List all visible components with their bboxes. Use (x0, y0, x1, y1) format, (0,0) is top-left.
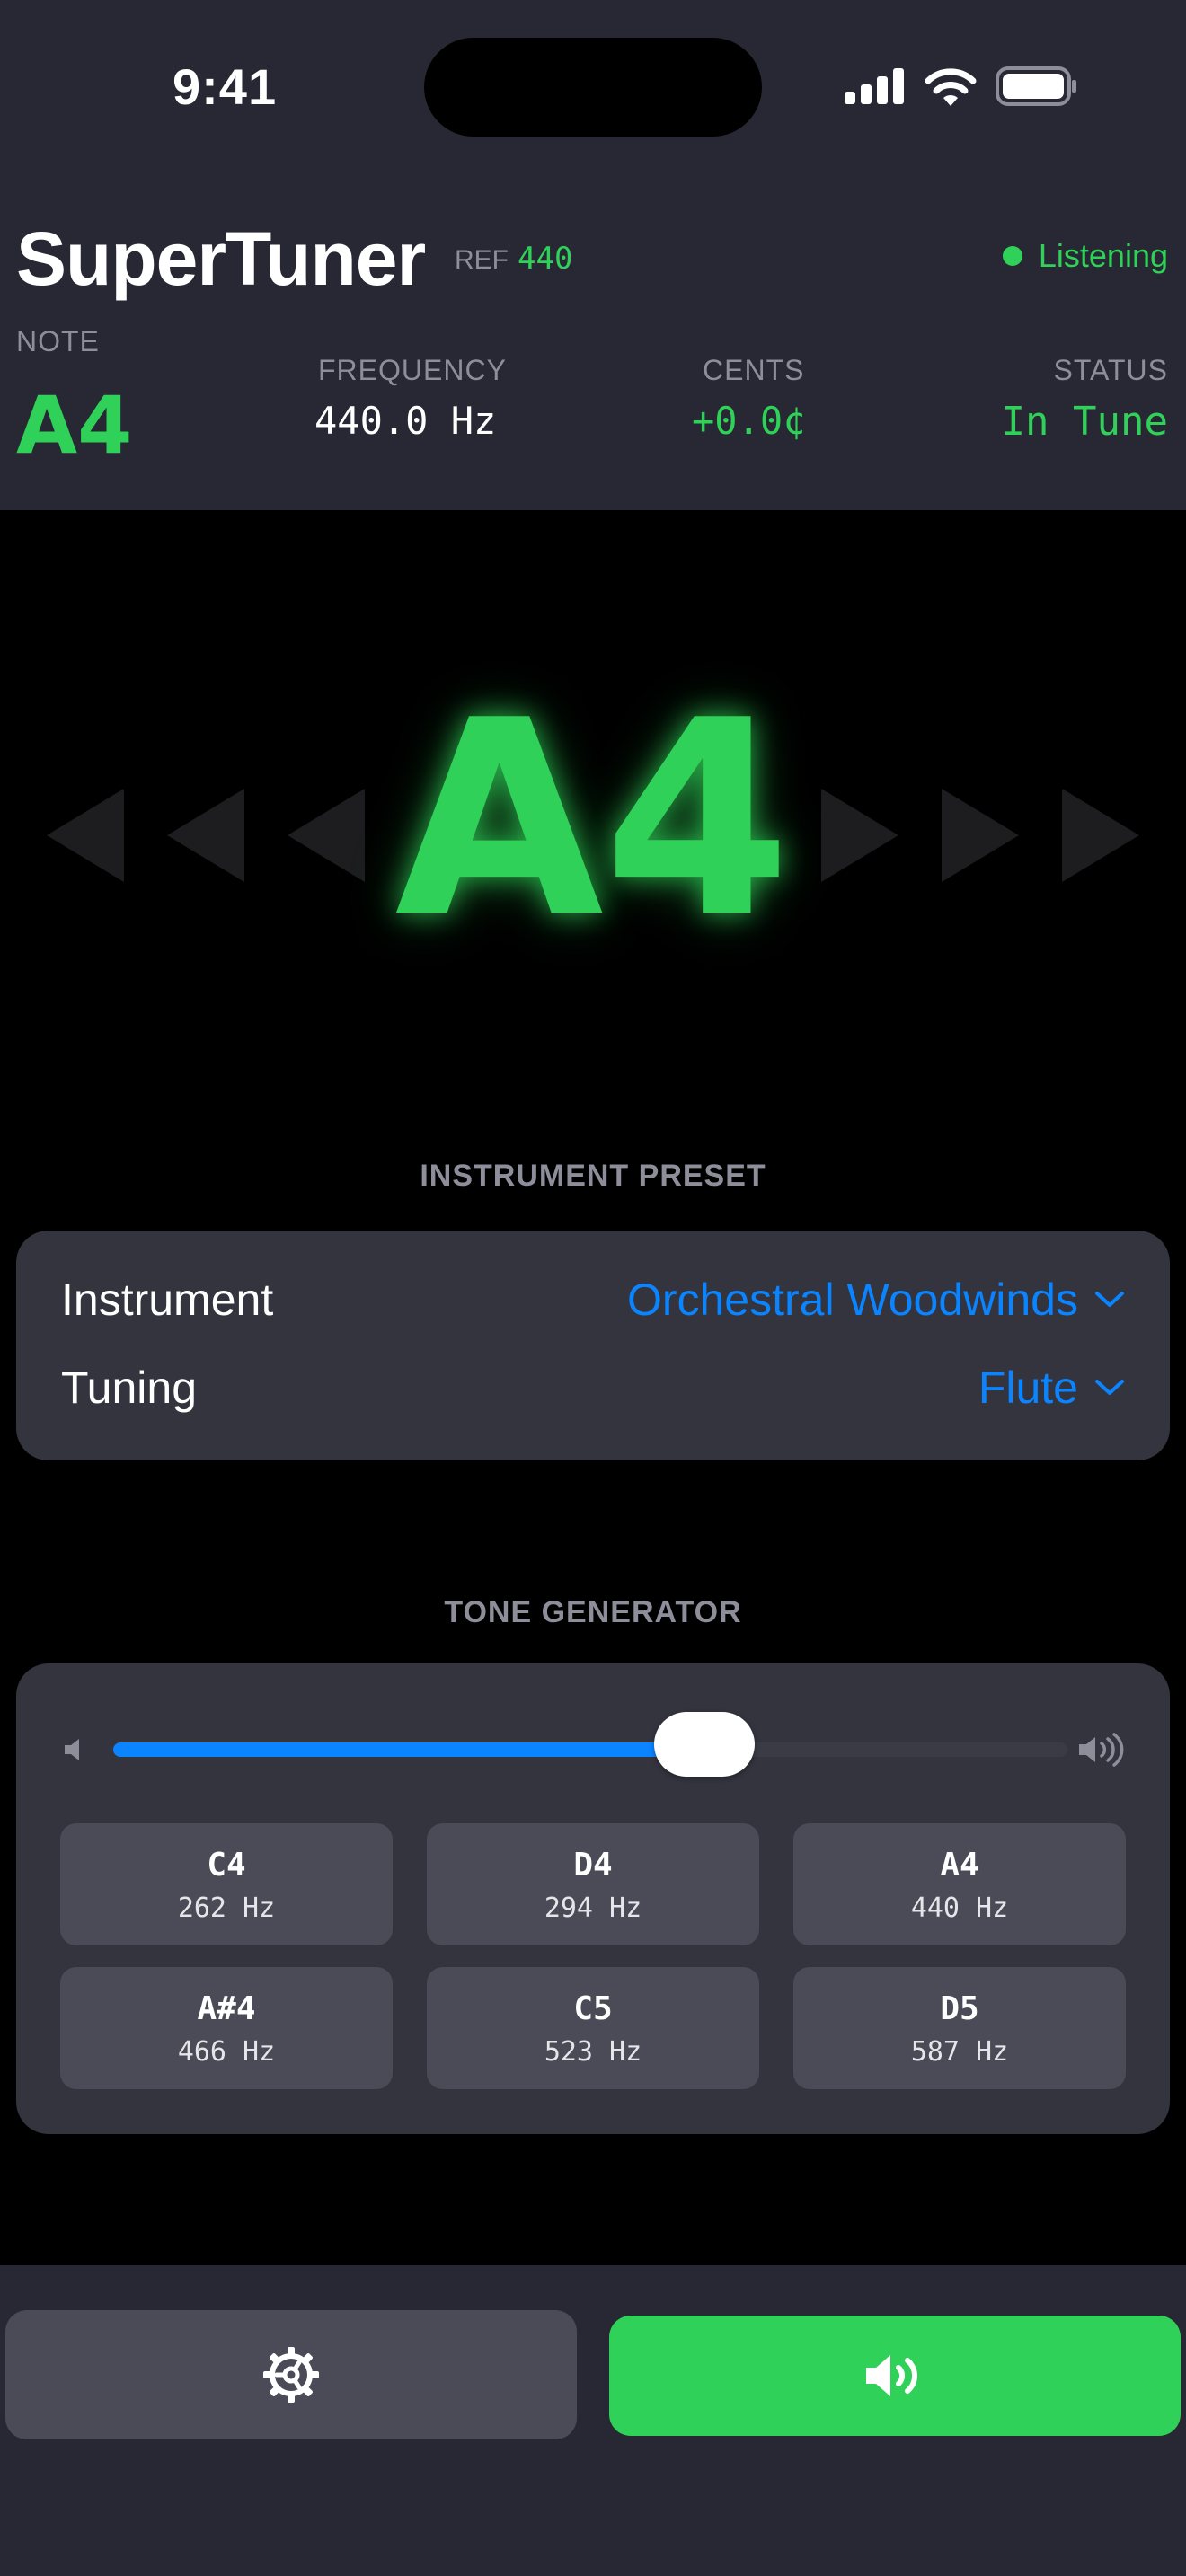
tone-frequency: 523 Hz (544, 2036, 642, 2068)
listening-dot-icon (1002, 246, 1022, 266)
tone-note: C5 (573, 1990, 613, 2027)
chevron-down-icon (1095, 1292, 1124, 1307)
reference-pitch: REF 440 (455, 241, 572, 277)
tuning-label: Tuning (61, 1363, 198, 1413)
tone-generator-card: C4 262 Hz D4 294 Hz A4 440 Hz A#4 466 Hz… (16, 1663, 1170, 2134)
tone-frequency: 262 Hz (177, 1892, 276, 1924)
app-title: SuperTuner (16, 216, 426, 301)
speaker-play-icon (866, 2355, 918, 2396)
chevron-down-icon (1095, 1380, 1124, 1395)
sharp-arrow-icon (942, 789, 1019, 882)
tone-button-d4[interactable]: D4 294 Hz (427, 1823, 759, 1945)
tone-note: C4 (207, 1847, 246, 1883)
tone-button-a-sharp-4[interactable]: A#4 466 Hz (60, 1967, 393, 2089)
status-time: 9:41 (173, 58, 278, 115)
tuner-display: A4 (0, 510, 1186, 1085)
tone-frequency: 466 Hz (177, 2036, 276, 2068)
instrument-value: Orchestral Woodwinds (626, 1275, 1078, 1325)
status-bar: 9:41 (0, 0, 1186, 171)
frequency-label: FREQUENCY (318, 354, 507, 386)
header-panel: SuperTuner REF 440 Listening NOTE A4 FRE… (0, 171, 1186, 510)
status-label: STATUS (1053, 354, 1168, 386)
tone-note: A4 (940, 1847, 979, 1883)
frequency-value: 440.0 Hz (314, 399, 497, 443)
tuning-picker[interactable]: Flute (978, 1362, 1125, 1414)
settings-gear-icon (263, 2347, 319, 2403)
battery-icon (996, 66, 1076, 106)
status-icons (845, 66, 1078, 106)
tone-frequency: 440 Hz (910, 1892, 1009, 1924)
signal-icon (845, 68, 904, 104)
play-tone-button[interactable] (609, 2316, 1181, 2436)
wifi-icon (925, 68, 977, 106)
tone-frequency: 587 Hz (910, 2036, 1009, 2068)
tone-button-c5[interactable]: C5 523 Hz (427, 1967, 759, 2089)
note-value: A4 (16, 379, 133, 472)
listening-indicator: Listening (1002, 237, 1168, 275)
preset-card: Instrument Orchestral Woodwinds Tuning F… (16, 1231, 1170, 1460)
tone-button-c4[interactable]: C4 262 Hz (60, 1823, 393, 1945)
dynamic-island (424, 38, 762, 137)
cents-value: +0.0¢ (692, 399, 806, 443)
tone-button-a4[interactable]: A4 440 Hz (793, 1823, 1126, 1945)
instrument-picker[interactable]: Orchestral Woodwinds (627, 1274, 1125, 1326)
tuning-value: Flute (978, 1363, 1078, 1413)
settings-button[interactable] (5, 2310, 577, 2439)
tone-button-d5[interactable]: D5 587 Hz (793, 1967, 1126, 2089)
listening-label: Listening (1038, 237, 1168, 274)
note-label: NOTE (16, 325, 100, 357)
cents-label: CENTS (703, 354, 805, 386)
tone-note: D5 (940, 1990, 979, 2027)
instrument-label: Instrument (61, 1275, 274, 1325)
bottom-toolbar (0, 2265, 1186, 2576)
speaker-low-icon (65, 1739, 79, 1760)
tone-note: D4 (573, 1847, 613, 1883)
speaker-high-icon (1079, 1733, 1124, 1767)
status-value: In Tune (1001, 399, 1168, 445)
preset-section-title: INSTRUMENT PRESET (420, 1159, 766, 1193)
tone-section-title: TONE GENERATOR (444, 1595, 742, 1629)
volume-slider-thumb[interactable] (654, 1712, 756, 1777)
tone-frequency: 294 Hz (544, 1892, 642, 1924)
volume-slider[interactable] (113, 1712, 1067, 1777)
tone-note: A#4 (197, 1990, 256, 2027)
sharp-arrow-icon (821, 789, 898, 882)
sharp-arrow-icon (1062, 789, 1139, 882)
volume-slider-fill (113, 1742, 705, 1757)
ref-label: REF (455, 245, 509, 275)
ref-value: 440 (518, 241, 573, 277)
